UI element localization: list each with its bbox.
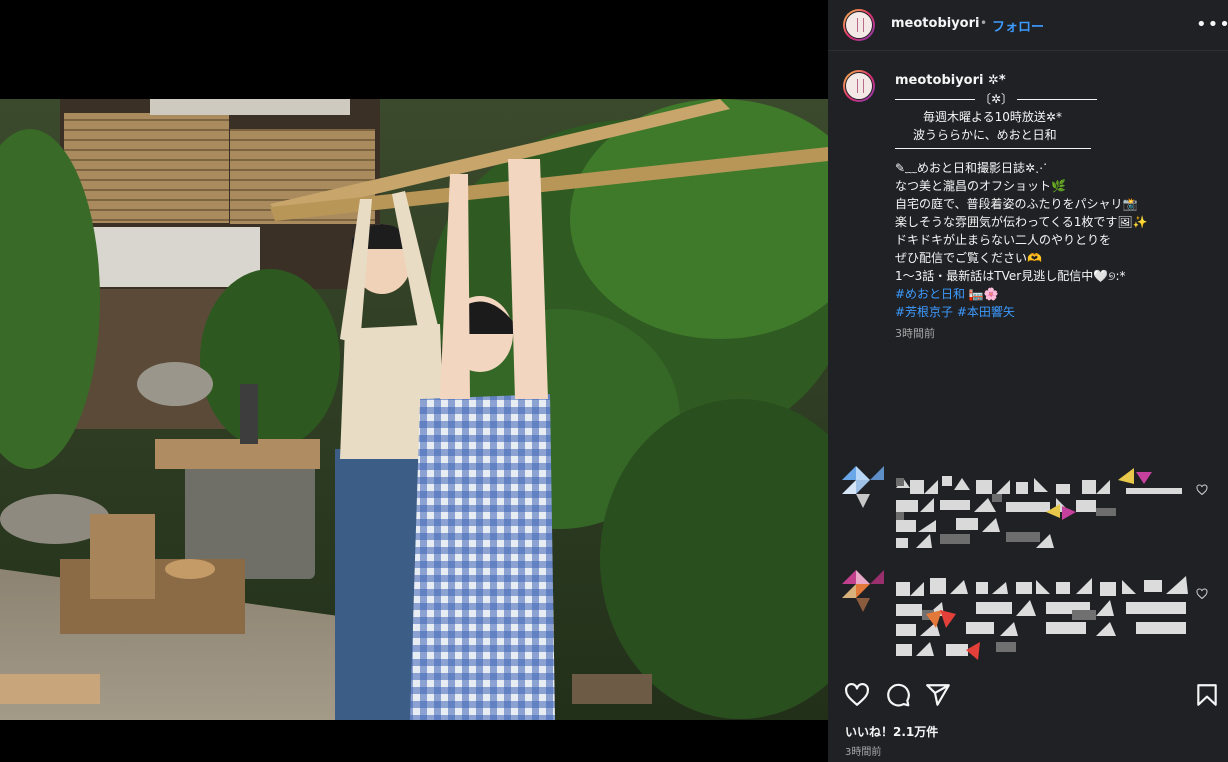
caption-line: 自宅の庭で、普段着姿のふたりをパシャリ📸 — [895, 197, 1138, 211]
post-timestamp: 3時間前 — [845, 747, 882, 758]
caption-line: なつ美と瀧昌のオフショット🌿 — [895, 179, 1066, 193]
caption-username[interactable]: meotobiyori ✲* — [895, 72, 1215, 90]
caption-timestamp: 3時間前 — [895, 327, 935, 340]
separator-dot: • — [980, 16, 988, 30]
post-header: meotobiyori • フォロー ••• — [828, 0, 1228, 51]
comment-avatar[interactable] — [842, 570, 884, 612]
post-media — [0, 0, 828, 762]
caption-divider — [895, 148, 1215, 149]
comment-text-pixelated — [896, 468, 1182, 548]
caption-title-divider: 〔✲〕 — [895, 90, 1215, 108]
post-side-panel: meotobiyori • フォロー ••• meotobiyori ✲* 〔✲… — [828, 0, 1228, 762]
comment-like-icon[interactable] — [1196, 484, 1208, 496]
caption-avatar[interactable] — [843, 70, 875, 102]
caption-line: ぜひ配信でご覧ください🫶 — [895, 251, 1042, 265]
avatar[interactable] — [843, 9, 875, 41]
likes-count[interactable]: いいね！2.1万件 — [845, 723, 938, 740]
bookmark-icon[interactable] — [1194, 682, 1220, 708]
comment-item — [842, 570, 1208, 670]
comment-like-icon[interactable] — [1196, 588, 1208, 600]
caption-line: 楽しそうな雰囲気が伝わってくる1枚です🖼✨ — [895, 215, 1148, 229]
hashtag-line[interactable]: #芳根京子 #本田響矢 — [895, 303, 1215, 321]
caption-line: ✎﹏めおと日和撮影日誌✲⋰ — [895, 161, 1048, 175]
comment-text-pixelated — [896, 576, 1188, 660]
username-link[interactable]: meotobiyori — [891, 16, 979, 31]
hashtag-line[interactable]: #めおと日和 🏣🌸 — [895, 285, 1215, 303]
caption-line: 〔✲〕 — [979, 92, 1014, 106]
caption-line: 1〜3話・最新話はTVer見逃し配信中🤍୭:* — [895, 269, 1126, 283]
caption-line: 毎週木曜よる10時放送✲* — [923, 110, 1062, 124]
garden-photo-illustration — [0, 99, 828, 720]
caption-line: 波うららかに、めおと日和 — [913, 128, 1057, 142]
more-options-icon[interactable]: ••• — [1196, 14, 1228, 35]
comment-avatar[interactable] — [842, 466, 884, 508]
follow-button[interactable]: フォロー — [992, 16, 1044, 35]
comment-icon[interactable] — [885, 682, 911, 708]
post-caption: meotobiyori ✲* 〔✲〕 毎週木曜よる10時放送✲* 波うららかに、… — [895, 72, 1215, 343]
post-actions-bar — [844, 682, 1217, 708]
caption-line: ドキドキが止まらない二人のやりとりを — [895, 233, 1112, 247]
heart-icon[interactable] — [844, 682, 870, 708]
post-photo[interactable] — [0, 99, 828, 720]
instagram-post-viewer: meotobiyori • フォロー ••• meotobiyori ✲* 〔✲… — [0, 0, 1228, 762]
comment-item — [842, 466, 1208, 561]
share-icon[interactable] — [925, 682, 951, 708]
